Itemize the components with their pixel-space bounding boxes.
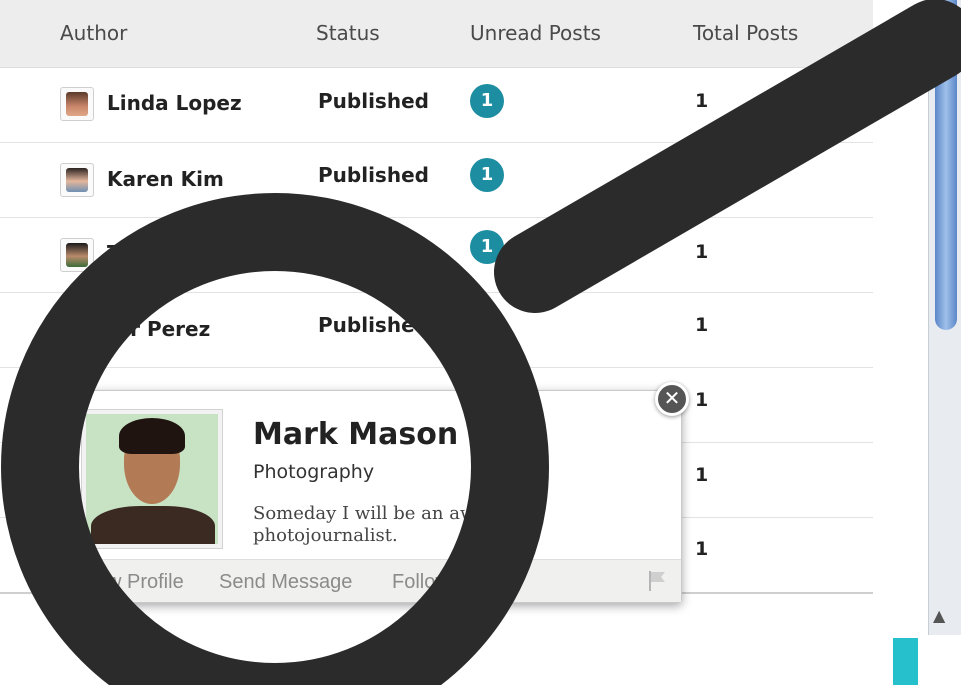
avatar[interactable] bbox=[60, 87, 94, 121]
header-total-posts[interactable]: Total Posts bbox=[693, 21, 798, 45]
table-row[interactable]: Karen Kim Published 1 bbox=[0, 143, 873, 218]
header-author[interactable]: Author bbox=[60, 21, 127, 45]
status-text: Published bbox=[318, 163, 429, 187]
header-unread-posts[interactable]: Unread Posts bbox=[470, 21, 601, 45]
vertical-scrollbar[interactable]: ▲ bbox=[928, 0, 961, 635]
flag-icon[interactable] bbox=[647, 570, 667, 592]
total-posts: 1 bbox=[695, 464, 709, 486]
unread-badge[interactable]: 1 bbox=[470, 230, 504, 264]
follow-link[interactable]: Follow bbox=[392, 571, 450, 594]
table-header: Author Status Unread Posts Total Posts bbox=[0, 0, 873, 68]
profile-actions: w Profile Send Message Follow bbox=[69, 559, 681, 602]
profile-name[interactable]: Mark Mason bbox=[253, 417, 458, 452]
total-posts: 1 bbox=[695, 538, 709, 560]
unread-badge[interactable]: 1 bbox=[470, 158, 504, 192]
unread-badge[interactable]: 1 bbox=[470, 84, 504, 118]
status-text: Published bbox=[318, 313, 429, 337]
table-row[interactable]: T 1 1 bbox=[0, 218, 873, 293]
profile-bio: Someday I will be an awa ning photojourn… bbox=[253, 503, 533, 546]
avatar[interactable] bbox=[60, 163, 94, 197]
scroll-up-arrow-icon[interactable]: ▲ bbox=[933, 606, 945, 625]
total-posts: 1 bbox=[695, 90, 709, 112]
author-name[interactable]: T bbox=[107, 241, 121, 265]
send-message-link[interactable]: Send Message bbox=[219, 571, 352, 594]
view-profile-link[interactable]: w Profile bbox=[107, 571, 184, 594]
total-posts: 1 bbox=[695, 241, 709, 263]
scrollbar-thumb[interactable] bbox=[935, 0, 957, 330]
status-text: Published bbox=[318, 89, 429, 113]
header-status[interactable]: Status bbox=[316, 21, 380, 45]
author-name[interactable]: Linda Lopez bbox=[107, 91, 242, 115]
total-posts: 1 bbox=[695, 314, 709, 336]
table-row[interactable]: ter Perez Published 1 bbox=[0, 293, 873, 368]
author-name[interactable]: Karen Kim bbox=[107, 167, 224, 191]
profile-popup: Mark Mason Photography Someday I will be… bbox=[68, 390, 682, 603]
author-name[interactable]: ter Perez bbox=[107, 317, 210, 341]
accent-block bbox=[893, 638, 918, 685]
total-posts: 1 bbox=[695, 389, 709, 411]
profile-photo[interactable] bbox=[81, 409, 223, 549]
close-icon[interactable]: ✕ bbox=[655, 382, 689, 416]
avatar[interactable] bbox=[60, 238, 94, 272]
table-row[interactable]: Linda Lopez Published 1 1 bbox=[0, 68, 873, 143]
profile-department: Photography bbox=[253, 461, 375, 483]
